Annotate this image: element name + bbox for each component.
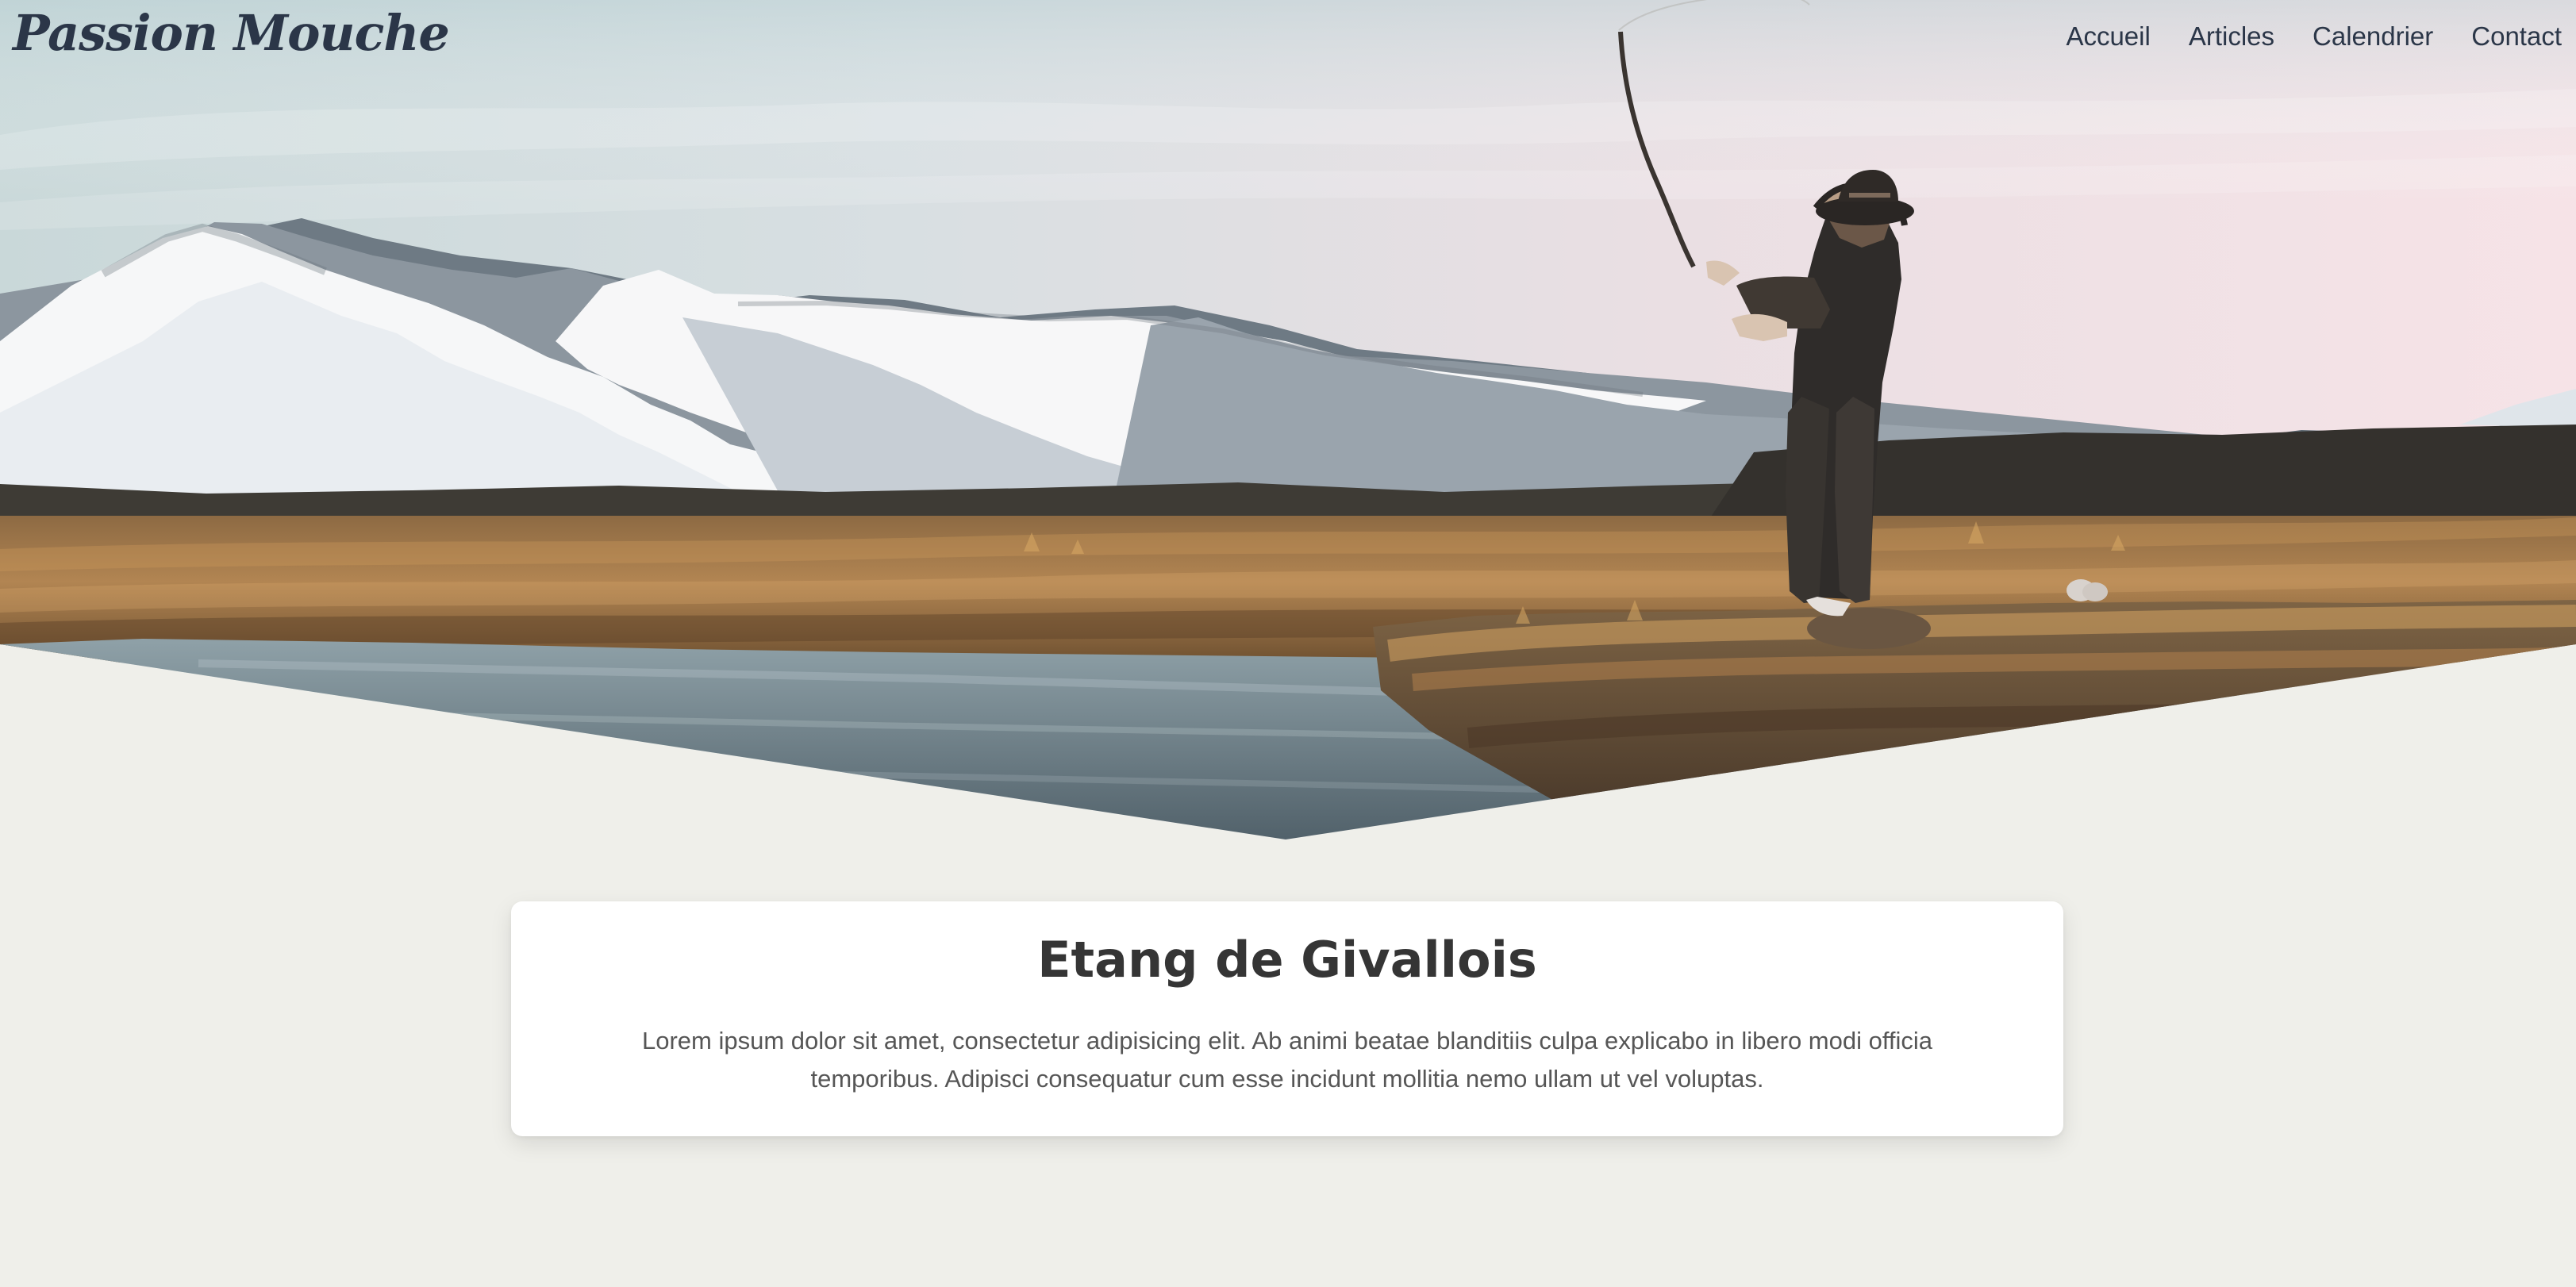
article-title: Etang de Givallois [1037, 931, 1537, 989]
page-root: Passion Mouche Accueil Articles Calendri… [0, 0, 2576, 1287]
hero-landscape-illustration [0, 0, 2576, 839]
hero-image [0, 0, 2576, 841]
nav-link-articles[interactable]: Articles [2189, 16, 2274, 57]
nav-link-accueil[interactable]: Accueil [2066, 16, 2150, 57]
article-card: Etang de Givallois Lorem ipsum dolor sit… [511, 901, 2063, 1136]
article-description: Lorem ipsum dolor sit amet, consectetur … [641, 1027, 1933, 1093]
nav-link-calendrier[interactable]: Calendrier [2313, 16, 2433, 57]
nav-link-contact[interactable]: Contact [2471, 16, 2562, 57]
site-logo[interactable]: Passion Mouche [13, 2, 450, 65]
main-navigation: Accueil Articles Calendrier Contact [2066, 16, 2562, 57]
top-navigation-bar: Passion Mouche Accueil Articles Calendri… [0, 0, 2576, 95]
